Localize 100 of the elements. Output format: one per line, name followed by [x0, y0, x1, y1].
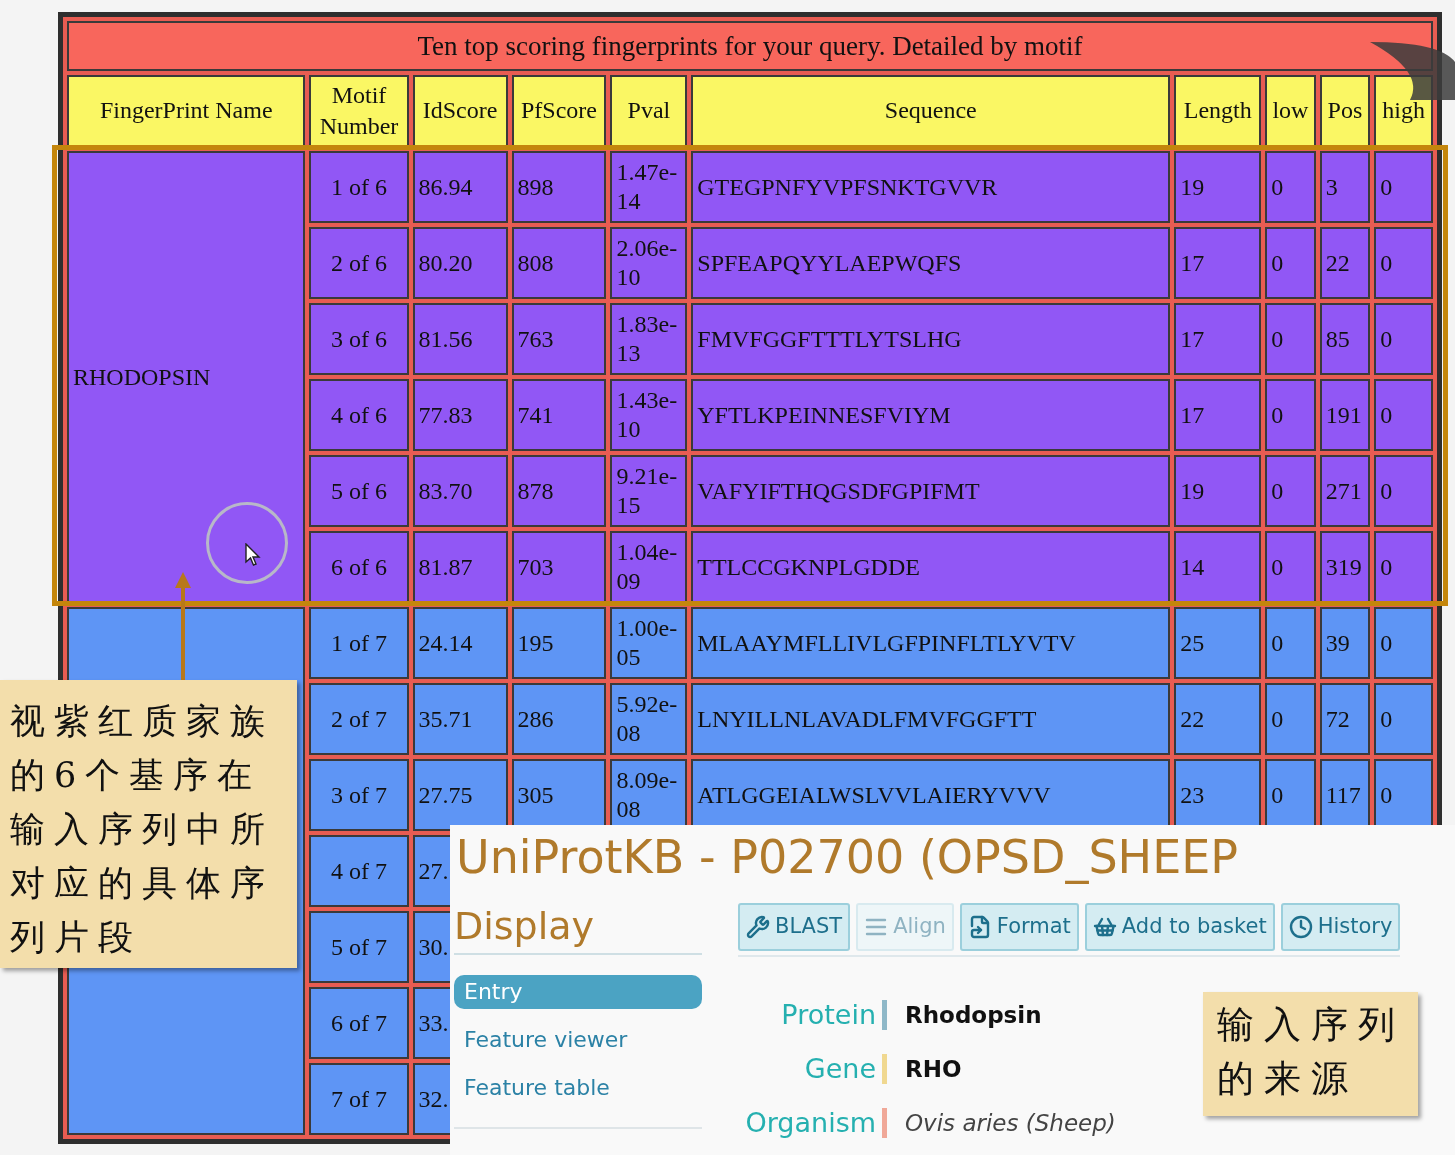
table-cell: 0 — [1265, 151, 1316, 223]
table-cell: 286 — [511, 683, 607, 755]
column-header: Length — [1174, 75, 1262, 147]
column-header: Sequence — [691, 75, 1171, 147]
table-cell: 81.87 — [412, 531, 508, 603]
toolbar-button[interactable]: History — [1280, 903, 1401, 951]
table-cell: 0 — [1374, 379, 1433, 451]
table-cell: 22 — [1319, 227, 1371, 299]
section-heading: Display — [454, 903, 595, 949]
table-cell: 1.83e-13 — [610, 303, 688, 375]
table-cell: 3 of 7 — [309, 759, 409, 831]
column-header: PfScore — [511, 75, 607, 147]
table-cell: 191 — [1319, 379, 1371, 451]
table-cell: 9.21e-15 — [610, 455, 688, 527]
table-cell: 1.47e-14 — [610, 151, 688, 223]
table-cell: 0 — [1265, 683, 1316, 755]
column-header: Motif Number — [309, 75, 409, 147]
table-cell: 5 of 7 — [309, 911, 409, 983]
table-cell: 0 — [1265, 379, 1316, 451]
nav-item[interactable]: Feature viewer — [454, 1023, 702, 1057]
wrench-icon — [746, 915, 770, 939]
table-cell: 2 of 7 — [309, 683, 409, 755]
table-cell: 1.00e-05 — [610, 607, 688, 679]
table-cell: 5 of 6 — [309, 455, 409, 527]
clock-icon — [1288, 915, 1313, 939]
field-value: Rhodopsin — [905, 1000, 1042, 1030]
note-text: 视紫红质家族的6个基序在输入序列中所对应的具体序列片段 — [10, 700, 275, 959]
table-cell: 271 — [1319, 455, 1371, 527]
table-cell: 30. — [418, 933, 449, 960]
table-cell: 763 — [511, 303, 607, 375]
column-header: IdScore — [412, 75, 508, 147]
table-cell: 17 — [1174, 379, 1262, 451]
table-cell: 85 — [1319, 303, 1371, 375]
table-cell: 2.06e-10 — [610, 227, 688, 299]
table-cell: TTLCCGKNPLGDDE — [691, 531, 1171, 603]
table-cell: 35.71 — [412, 683, 508, 755]
table-cell: 72 — [1319, 683, 1371, 755]
table-cell: 1 of 7 — [309, 607, 409, 679]
table-cell: 77.83 — [412, 379, 508, 451]
table-cell: 3 of 6 — [309, 303, 409, 375]
table-cell: 808 — [511, 227, 607, 299]
table-cell: 3 — [1319, 151, 1371, 223]
table-cell: 319 — [1319, 531, 1371, 603]
table-cell: 27. — [418, 857, 449, 884]
table-cell: 0 — [1374, 227, 1433, 299]
table-cell: 0 — [1374, 607, 1433, 679]
table-cell: 0 — [1265, 227, 1316, 299]
nav-item[interactable]: Feature table — [454, 1071, 702, 1105]
column-header: low — [1265, 75, 1316, 147]
table-cell: MLAAYMFLLIVLGFPINFLTLYVTV — [691, 607, 1171, 679]
column-header: Pval — [610, 75, 688, 147]
table-cell: 0 — [1374, 303, 1433, 375]
table-cell: 86.94 — [412, 151, 508, 223]
table-cell: 17 — [1174, 303, 1262, 375]
table-cell: 898 — [511, 151, 607, 223]
table-cell: 0 — [1265, 303, 1316, 375]
fingerprint-name: RHODOPSIN — [73, 364, 211, 390]
table-cell: GTEGPNFYVPFSNKTGVVR — [691, 151, 1171, 223]
table-cell: YFTLKPEINNESFVIYM — [691, 379, 1171, 451]
table-cell: 1 of 6 — [309, 151, 409, 223]
table-cell: 14 — [1174, 531, 1262, 603]
table-cell: VAFYIFTHQGSDFGPIFMT — [691, 455, 1171, 527]
table-cell: 0 — [1374, 455, 1433, 527]
table-cell: 80.20 — [412, 227, 508, 299]
table-cell: 24.14 — [412, 607, 508, 679]
table-cell: 19 — [1174, 455, 1262, 527]
toolbar-button[interactable]: Add to basket — [1084, 903, 1275, 951]
table-cell: 25 — [1174, 607, 1262, 679]
field-label: Protein — [780, 997, 876, 1032]
table-cell: 0 — [1265, 531, 1316, 603]
table-cell: SPFEAPQYYLAEPWQFS — [691, 227, 1171, 299]
table-cell: 1.04e-09 — [610, 531, 688, 603]
table-cell: 81.56 — [412, 303, 508, 375]
table-cell: 83.70 — [412, 455, 508, 527]
nav-item[interactable]: Entry — [454, 975, 702, 1009]
basket-icon — [1092, 915, 1117, 939]
table-cell: 1.43e-10 — [610, 379, 688, 451]
table-cell: 0 — [1265, 455, 1316, 527]
table-cell: 878 — [511, 455, 607, 527]
toolbar-button[interactable]: BLAST — [738, 903, 851, 951]
table-cell: LNYILLNLAVADLFMVFGGFTT — [691, 683, 1171, 755]
table-cell: 17 — [1174, 227, 1262, 299]
table-cell: FMVFGGFTTTLYTSLHG — [691, 303, 1171, 375]
table-cell: 6 of 6 — [309, 531, 409, 603]
table-cell: 32. — [418, 1085, 449, 1112]
table-cell: 39 — [1319, 607, 1371, 679]
table-cell: 4 of 6 — [309, 379, 409, 451]
table-title: Ten top scoring fingerprints for your query. Detailed by motif — [67, 21, 1433, 71]
toolbar-button[interactable]: Format — [959, 903, 1079, 951]
table-cell: 703 — [511, 531, 607, 603]
table-cell: 27.75 — [412, 759, 508, 831]
table-cell: 19 — [1174, 151, 1262, 223]
table-cell: 741 — [511, 379, 607, 451]
table-cell: 7 of 7 — [309, 1063, 409, 1135]
table-cell: 4 of 7 — [309, 835, 409, 907]
table-cell: 195 — [511, 607, 607, 679]
entry-title: UniProtKB - P02700 (OPSD_SHEEP — [456, 829, 1239, 886]
note-text: 输入序列的来源 — [1217, 1002, 1406, 1102]
field-label: Organism — [744, 1105, 876, 1140]
table-cell: 2 of 6 — [309, 227, 409, 299]
